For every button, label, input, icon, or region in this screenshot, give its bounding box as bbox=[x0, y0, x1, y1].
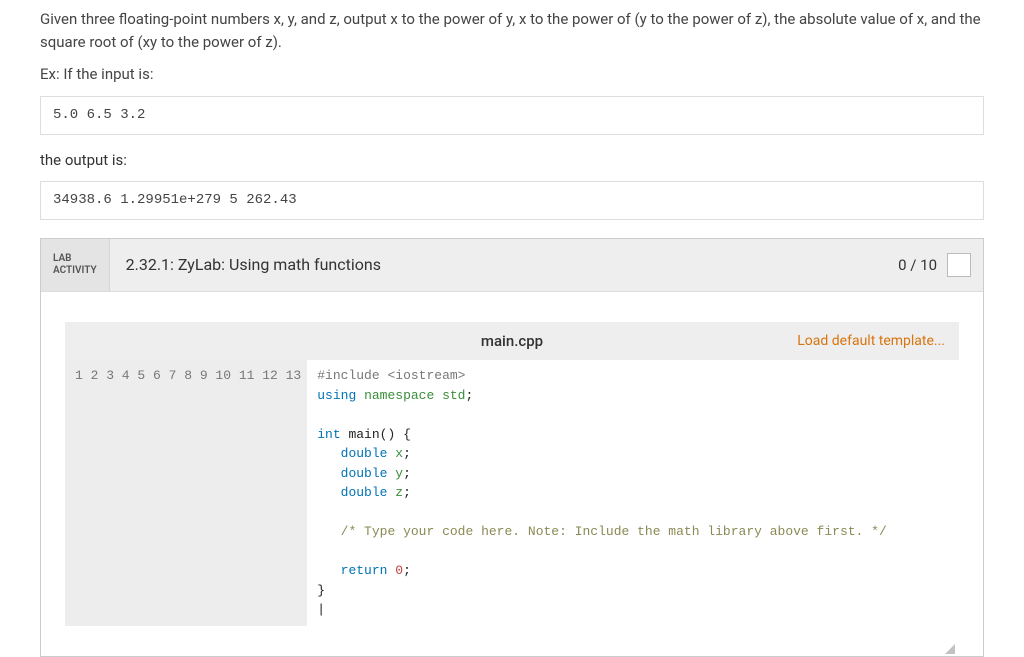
editor-area: main.cpp Load default template... 1 2 3 … bbox=[41, 292, 983, 656]
lab-header: LAB ACTIVITY 2.32.1: ZyLab: Using math f… bbox=[41, 239, 983, 292]
code-editor[interactable]: 1 2 3 4 5 6 7 8 9 10 11 12 13 #include <… bbox=[65, 360, 959, 656]
problem-paragraph-1: Given three floating-point numbers x, y,… bbox=[40, 8, 984, 53]
load-default-template-link[interactable]: Load default template... bbox=[797, 331, 959, 352]
editor-header: main.cpp Load default template... bbox=[65, 322, 959, 360]
resize-handle-icon[interactable] bbox=[945, 644, 955, 654]
lab-activity-panel: LAB ACTIVITY 2.32.1: ZyLab: Using math f… bbox=[40, 238, 984, 657]
line-number-gutter: 1 2 3 4 5 6 7 8 9 10 11 12 13 bbox=[65, 360, 307, 626]
lab-badge-line1: LAB bbox=[53, 253, 97, 265]
lab-score: 0 / 10 bbox=[886, 239, 983, 291]
expand-button[interactable] bbox=[947, 253, 971, 277]
file-tab[interactable]: main.cpp bbox=[481, 330, 543, 353]
input-example-box: 5.0 6.5 3.2 bbox=[40, 96, 984, 135]
lab-badge: LAB ACTIVITY bbox=[41, 239, 110, 291]
lab-title: 2.32.1: ZyLab: Using math functions bbox=[110, 239, 886, 291]
lab-badge-line2: ACTIVITY bbox=[53, 265, 97, 277]
problem-paragraph-3: the output is: bbox=[40, 149, 984, 172]
output-example-box: 34938.6 1.29951e+279 5 262.43 bbox=[40, 181, 984, 220]
lab-score-text: 0 / 10 bbox=[898, 254, 937, 277]
problem-paragraph-2: Ex: If the input is: bbox=[40, 63, 984, 86]
code-content[interactable]: #include <iostream>using namespace std; … bbox=[307, 360, 897, 626]
